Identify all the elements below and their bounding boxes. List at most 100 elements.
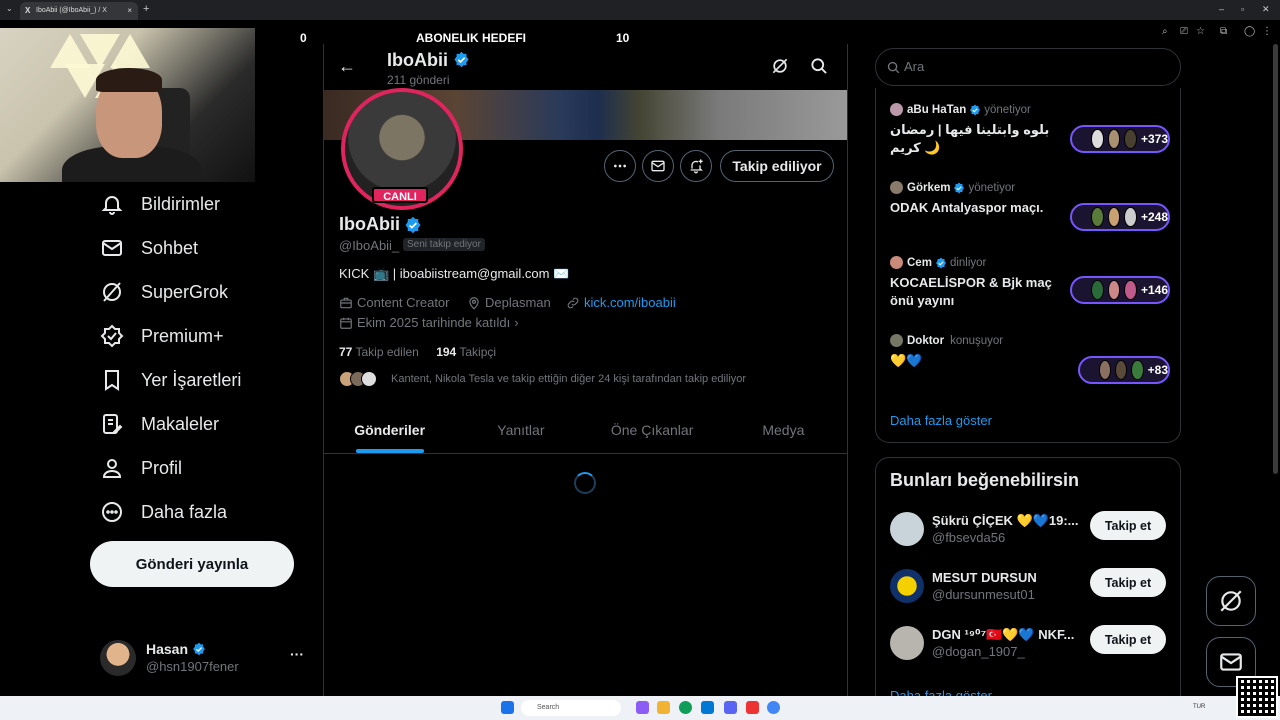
space-item[interactable]: Doktor konuşuyor 💛💙 +83 [890,334,1170,384]
who-to-follow-title: Bunları beğenebilirsin [890,470,1080,490]
mail-icon [1220,653,1242,671]
verified-badge-icon [954,182,965,193]
spaces-show-more-link[interactable]: Daha fazla göster [890,413,992,428]
listener-avatar [1091,280,1104,300]
listener-avatar [1131,360,1144,380]
host-name: aBu HaTan [907,103,967,116]
followed-by-text: Kantent, Nikola Tesla ve takip ettiğin d… [391,373,747,385]
suggested-user[interactable]: MESUT DURSUN @dursunmesut01 Takip et [890,567,1170,607]
profile-icon[interactable]: ◯ [1244,26,1255,37]
space-listeners-pill[interactable]: +248 [1070,203,1170,231]
nav-supergrok[interactable]: SuperGrok [100,277,228,307]
minimize-icon[interactable]: – [1219,4,1224,14]
bookmark-icon [105,370,119,391]
nav-profile[interactable]: Profil [100,453,182,483]
back-arrow-icon[interactable]: ← [338,56,356,77]
zoom-icon[interactable]: ⌕ [1162,26,1168,37]
extensions-icon[interactable]: ⧉ [1220,26,1227,37]
space-item[interactable]: Görkem yönetiyor ODAK Antalyaspor maçı. … [890,181,1170,231]
tab-replies[interactable]: Yanıtlar [455,408,586,453]
nav-chat[interactable]: Sohbet [100,233,198,263]
nav-more[interactable]: Daha fazla [100,497,227,527]
space-item[interactable]: aBu HaTan yönetiyor بلوه وابتلينا فيها |… [890,103,1170,157]
chrome-icon[interactable] [767,701,780,714]
language-indicator[interactable]: TUR [1193,704,1205,710]
link-label[interactable]: kick.com/iboabii [584,295,676,310]
tab-highlights[interactable]: Öne Çıkanlar [587,408,718,453]
nav-bookmarks[interactable]: Yer İşaretleri [100,365,241,395]
search-box[interactable] [875,48,1181,86]
install-icon[interactable]: ⎚ [1180,26,1188,37]
more-circle-icon [102,502,122,522]
search-icon[interactable] [809,56,829,76]
following-button[interactable]: Takip ediliyor [720,150,834,182]
space-host: Cem dinliyor [890,256,1170,269]
followers-count: 194 [436,345,457,359]
host-avatar [890,103,903,116]
follow-button[interactable]: Takip et [1090,625,1166,654]
following-link[interactable]: 77 Takip edilen [339,345,419,359]
nav-articles[interactable]: Makaleler [100,409,219,439]
message-button[interactable] [642,150,674,182]
search-input[interactable] [904,59,1164,74]
tab-posts[interactable]: Gönderiler [324,408,455,453]
suggested-user[interactable]: DGN ¹⁹⁰⁷🇹🇷💛💙 NKF... @dogan_1907_ Takip e… [890,624,1170,664]
space-listeners-pill[interactable]: +83 [1078,356,1170,384]
browser-tab[interactable]: X IboAbii (@IboAbii_) / X × [20,2,138,20]
host-role: yönetiyor [984,103,1031,116]
host-name: Cem [907,256,932,269]
bell-icon [101,196,123,215]
follow-button[interactable]: Takip et [1090,511,1166,540]
verified-badge-icon [970,104,981,115]
taskbar-search[interactable]: Search [521,700,621,716]
location-icon [469,296,479,310]
maximize-icon[interactable]: ▫ [1241,4,1244,14]
post-button[interactable]: Gönderi yayınla [90,541,294,587]
close-tab-icon[interactable]: × [127,6,132,15]
tab-media[interactable]: Medya [718,408,847,453]
grok-icon[interactable] [770,56,790,76]
profile-column: ← IboAbii 211 gönderi CANLI Takip ediliy… [323,44,848,700]
space-listeners-pill[interactable]: +146 [1070,276,1170,304]
new-tab-button[interactable]: + [143,3,149,15]
copilot-icon[interactable] [636,701,649,714]
nav-label: Profil [141,457,183,478]
explorer-icon[interactable] [657,701,670,714]
edge-icon[interactable] [679,701,692,714]
window-close-icon[interactable]: ✕ [1262,4,1270,15]
store-icon[interactable] [701,701,714,714]
grok-icon [1220,590,1242,612]
space-listeners-pill[interactable]: +373 [1070,125,1170,153]
grok-fab[interactable] [1206,576,1256,626]
nav-label: SuperGrok [141,281,229,302]
discord-icon[interactable] [724,701,737,714]
followers-you-know[interactable]: Kantent, Nikola Tesla ve takip ettiğin d… [339,371,746,387]
account-more-icon[interactable]: ··· [290,646,304,662]
app-icon[interactable] [746,701,759,714]
suggested-user[interactable]: Şükrü ÇİÇEK 💛💙19:... @fbsevda56 Takip et [890,510,1170,550]
star-icon[interactable]: ☆ [1196,26,1205,37]
tab-list-icon[interactable]: ⌄ [6,4,13,13]
nav-premium[interactable]: Premium+ [100,321,224,351]
space-host: Doktor konuşuyor [890,334,1170,347]
joined-date[interactable]: Ekim 2025 tarihinde katıldı › [339,315,519,330]
nav-label: Yer İşaretleri [141,369,242,390]
page-scrollbar[interactable] [1273,44,1278,474]
windows-start-icon[interactable] [501,701,514,714]
menu-icon[interactable]: ⋮ [1262,26,1272,37]
profile-link[interactable]: kick.com/iboabii [566,295,676,310]
nav-notifications[interactable]: Bildirimler [100,189,220,219]
more-button[interactable] [604,150,636,182]
live-badge[interactable]: CANLI [372,187,428,203]
follow-button[interactable]: Takip et [1090,568,1166,597]
profile-tabs: Gönderiler Yanıtlar Öne Çıkanlar Medya [324,408,847,454]
profile-name: IboAbii [339,214,422,235]
space-item[interactable]: Cem dinliyor KOCAELİSPOR & Bjk maç önü y… [890,256,1170,310]
account-switcher[interactable]: Hasan @hsn1907fener ··· [100,638,310,678]
notify-button[interactable] [680,150,712,182]
briefcase-icon [340,297,352,308]
avatar [890,569,924,603]
host-role: konuşuyor [950,334,1004,347]
listener-avatar [1107,207,1121,227]
followers-link[interactable]: 194 Takipçi [436,345,496,359]
